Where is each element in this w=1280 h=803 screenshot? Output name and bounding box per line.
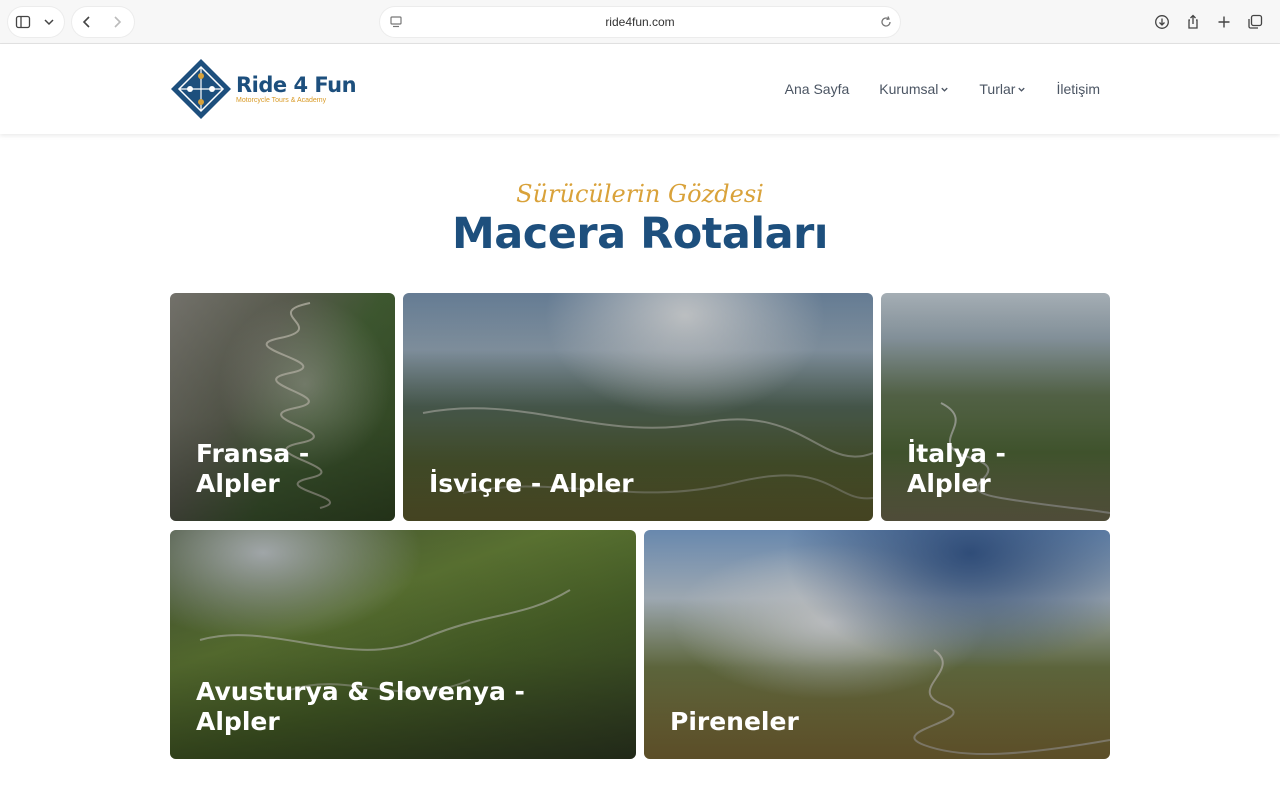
site-logo[interactable]: Ride 4 Fun Motorcycle Tours & Academy <box>170 58 357 120</box>
browser-toolbar: ride4fun.com <box>0 0 1280 44</box>
share-icon[interactable] <box>1178 7 1208 37</box>
site-header: Ride 4 Fun Motorcycle Tours & Academy An… <box>0 44 1280 134</box>
nav-item-iletisim[interactable]: İletişim <box>1056 81 1100 97</box>
logo-diamond-icon <box>171 59 231 119</box>
chevron-down-icon <box>941 87 949 92</box>
route-card-avusturya-slovenya[interactable]: Avusturya & Slovenya - Alpler <box>170 530 636 759</box>
route-card-fransa[interactable]: Fransa - Alpler <box>170 293 395 521</box>
logo-name: Ride 4 Fun <box>236 73 357 97</box>
route-card-pireneler[interactable]: Pireneler <box>644 530 1110 759</box>
route-card-isvicre[interactable]: İsviçre - Alpler <box>403 293 873 521</box>
back-icon[interactable] <box>72 7 102 37</box>
tabs-overview-icon[interactable] <box>1240 7 1270 37</box>
reload-icon[interactable] <box>878 14 894 30</box>
chevron-down-icon[interactable] <box>38 7 60 37</box>
nav-item-ana-sayfa[interactable]: Ana Sayfa <box>785 81 850 97</box>
route-card-title: İsviçre - Alpler <box>429 469 634 498</box>
nav-item-turlar[interactable]: Turlar <box>979 81 1026 97</box>
route-card-title: İtalya - Alpler <box>907 439 1006 498</box>
new-tab-icon[interactable] <box>1209 7 1239 37</box>
url-text: ride4fun.com <box>605 15 675 29</box>
page-settings-icon[interactable] <box>388 14 404 30</box>
forward-icon[interactable] <box>102 7 132 37</box>
nav-item-label: Turlar <box>979 81 1016 97</box>
toolbar-actions <box>1147 7 1270 37</box>
route-card-italya[interactable]: İtalya - Alpler <box>881 293 1110 521</box>
chevron-down-icon <box>1018 87 1026 92</box>
route-card-title: Avusturya & Slovenya - Alpler <box>196 677 525 736</box>
section-eyebrow: Sürücülerin Gözdesi <box>516 180 764 208</box>
sidebar-toggle-icon[interactable] <box>8 7 38 37</box>
sidebar-controls <box>8 7 64 37</box>
address-bar[interactable]: ride4fun.com <box>380 7 900 37</box>
route-card-title: Fransa - Alpler <box>196 439 310 498</box>
logo-tagline: Motorcycle Tours & Academy <box>236 97 327 104</box>
nav-item-label: Ana Sayfa <box>784 81 850 97</box>
nav-item-label: İletişim <box>1056 81 1100 97</box>
history-controls <box>72 7 134 37</box>
section-title: Macera Rotaları <box>451 209 829 259</box>
nav-item-label: Kurumsal <box>879 81 939 97</box>
route-card-title: Pireneler <box>670 707 799 736</box>
download-icon[interactable] <box>1147 7 1177 37</box>
main-nav: Ana Sayfa Kurumsal Turlar İletişim <box>785 44 1100 134</box>
nav-item-kurumsal[interactable]: Kurumsal <box>879 81 949 97</box>
